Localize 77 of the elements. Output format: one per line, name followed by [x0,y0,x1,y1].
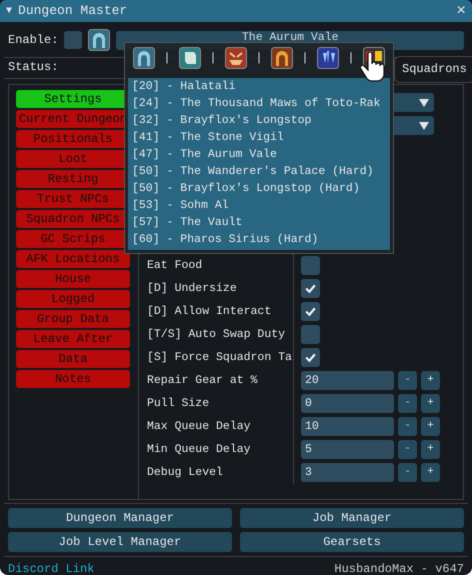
discord-link[interactable]: Discord Link [8,560,94,575]
sidebar-tab[interactable]: Notes [16,370,130,388]
setting-label: Debug Level [147,464,223,481]
decrement-button[interactable]: - [398,394,417,413]
checkbox[interactable] [301,256,320,275]
nav-button[interactable]: Gearsets [240,532,464,552]
window-title: Dungeon Master [18,2,128,20]
hand-cursor-icon [360,52,386,82]
dungeon-option[interactable]: [53] - Sohm Al [128,197,390,214]
dungeon-option[interactable]: [57] - The Vault [128,214,390,231]
dungeon-option[interactable]: [41] - The Stone Vigil [128,129,390,146]
setting-label: Max Queue Delay [147,418,251,435]
setting-label: [T/S] Auto Swap Duty [147,326,286,343]
setting-label: Repair Gear at % [147,372,258,389]
archway-icon[interactable] [88,29,110,51]
separator: | [255,50,263,67]
increment-button[interactable]: + [421,463,440,482]
archway-icon[interactable] [133,47,155,69]
separator: | [163,50,171,67]
decrement-button[interactable]: - [398,371,417,390]
checkbox[interactable] [301,325,320,344]
tooltip: Squadrons [394,56,472,83]
separator: | [209,50,217,67]
decrement-button[interactable]: - [398,440,417,459]
dungeon-option[interactable]: [50] - The Wanderer's Palace (Hard) [128,163,390,180]
number-field[interactable]: 0 [301,394,394,413]
close-button[interactable]: × [456,3,466,19]
setting-label: [D] Allow Interact [147,304,272,320]
status-label: Status: [8,58,58,76]
sidebar-tab[interactable]: House [16,270,130,288]
fiery-archway-icon[interactable] [270,47,293,69]
increment-button[interactable]: + [421,371,440,390]
separator: | [301,50,309,67]
nav-button[interactable]: Job Level Manager [8,532,232,552]
sidebar-tab[interactable]: Group Data [16,310,130,328]
number-field[interactable]: 20 [301,371,394,390]
checkmark-icon [304,282,317,295]
checkbox[interactable] [301,279,320,298]
collapse-arrow[interactable]: ▼ [6,4,12,18]
decrement-button[interactable]: - [398,417,417,436]
dropdown-arrow-icon [418,98,430,108]
crystal-spikes-icon[interactable] [316,47,339,69]
sidebar-tab[interactable]: Logged [16,290,130,308]
sidebar-tab[interactable]: Leave After [16,330,130,348]
dropdown-arrow-icon [418,120,430,130]
dungeon-option[interactable]: [47] - The Aurum Vale [128,146,390,163]
number-field[interactable]: 5 [301,440,394,459]
demon-face-icon[interactable] [224,47,247,69]
dungeon-option[interactable]: [32] - Brayflox's Longstop [128,112,390,129]
version-text: HusbandoMax - v647 [334,561,464,575]
setting-label: Min Queue Delay [147,442,251,458]
decrement-button[interactable]: - [398,463,417,482]
setting-label: [S] Force Squadron Ta [147,350,292,366]
checkmark-icon [304,305,317,318]
scroll-icon[interactable] [178,47,201,69]
checkbox[interactable] [301,302,320,321]
number-field[interactable]: 10 [301,417,394,436]
increment-button[interactable]: + [421,440,440,459]
dungeon-option[interactable]: [20] - Halatali [128,78,390,95]
enable-checkbox[interactable] [64,31,82,49]
enable-label: Enable: [8,32,58,49]
increment-button[interactable]: + [421,394,440,413]
nav-button[interactable]: Dungeon Manager [8,508,232,528]
setting-label: Eat Food [147,258,202,274]
setting-label: Pull Size [147,396,210,412]
increment-button[interactable]: + [421,417,440,436]
dungeon-option[interactable]: [24] - The Thousand Maws of Toto-Rak [128,95,390,112]
dungeon-option[interactable]: [60] - Pharos Sirius (Hard) [128,231,390,248]
setting-label: [D] Undersize [147,280,237,297]
sidebar-tab[interactable]: Data [16,350,130,368]
number-field[interactable]: 3 [301,463,394,482]
sidebar-tab[interactable]: AFK Locations [16,250,130,268]
checkbox[interactable] [301,348,320,367]
checkmark-icon [304,351,317,364]
nav-button[interactable]: Job Manager [240,508,464,528]
separator: | [347,50,355,67]
dungeon-option[interactable]: [50] - Brayflox's Longstop (Hard) [128,180,390,197]
